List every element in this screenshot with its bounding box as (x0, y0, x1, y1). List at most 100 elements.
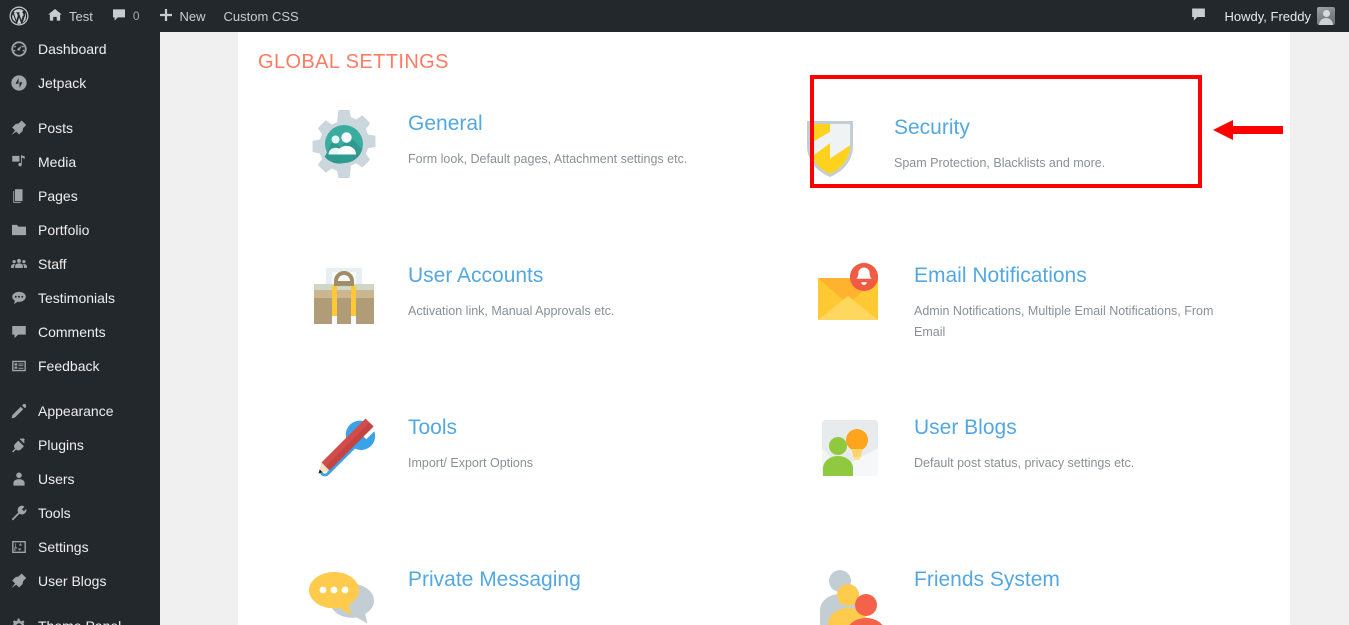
sidebar-item-label: Users (38, 471, 75, 487)
sidebar-item-label: User Blogs (38, 573, 107, 589)
sidebar-item-testimonials[interactable]: Testimonials (0, 281, 160, 315)
new-content-button[interactable]: New (149, 0, 215, 32)
sidebar-item-portfolio[interactable]: Portfolio (0, 213, 160, 247)
settings-card-private-messaging[interactable]: Private Messaging (238, 554, 764, 625)
wordpress-logo-icon (9, 6, 29, 26)
settings-card-email-notifications[interactable]: Email Notifications Admin Notifications,… (764, 250, 1290, 402)
custom-css-label: Custom CSS (223, 8, 299, 24)
settings-card-user-blogs[interactable]: User Blogs Default post status, privacy … (764, 402, 1290, 554)
card-title[interactable]: User Accounts (408, 264, 614, 287)
gear-icon (9, 616, 29, 625)
settings-card-tools[interactable]: Tools Import/ Export Options (238, 402, 764, 554)
comment-bubble-icon (111, 7, 127, 26)
card-description: Admin Notifications, Multiple Email Noti… (914, 304, 1214, 339)
notifications-button[interactable] (1181, 0, 1216, 32)
briefcase-icon (308, 260, 380, 332)
sidebar-item-staff[interactable]: Staff (0, 247, 160, 281)
sidebar-item-label: Appearance (38, 403, 114, 419)
card-title[interactable]: Security (894, 116, 1105, 139)
my-account-button[interactable]: Howdy, Freddy (1216, 0, 1349, 32)
admin-sidebar-menu[interactable]: Dashboard Jetpack Posts Media Pages Port… (0, 32, 160, 625)
sidebar-item-theme-panel[interactable]: Theme Panel (0, 609, 160, 625)
sidebar-item-label: Jetpack (38, 75, 87, 91)
sidebar-item-dashboard[interactable]: Dashboard (0, 32, 160, 66)
card-title[interactable]: Friends System (914, 568, 1060, 591)
settings-card-general[interactable]: General Form look, Default pages, Attach… (238, 98, 764, 250)
card-title[interactable]: Private Messaging (408, 568, 581, 591)
sidebar-item-posts[interactable]: Posts (0, 111, 160, 145)
settings-card-user-accounts[interactable]: User Accounts Activation link, Manual Ap… (238, 250, 764, 402)
sidebar-item-user-blogs[interactable]: User Blogs (0, 564, 160, 598)
sidebar-item-label: Media (38, 154, 77, 170)
sidebar-item-label: Portfolio (38, 222, 90, 238)
site-name-label: Test (69, 8, 93, 24)
sidebar-item-appearance[interactable]: Appearance (0, 394, 160, 428)
sidebar-item-users[interactable]: Users (0, 462, 160, 496)
card-title[interactable]: General (408, 112, 687, 135)
avatar (1317, 7, 1335, 25)
sidebar-item-comments[interactable]: Comments (0, 315, 160, 349)
card-description: Import/ Export Options (408, 456, 534, 471)
sidebar-separator (0, 383, 160, 394)
card-description: Activation link, Manual Approvals etc. (408, 304, 615, 319)
user-lightbulb-icon (814, 412, 886, 484)
sidebar-item-media[interactable]: Media (0, 145, 160, 179)
sidebar-item-label: Feedback (38, 358, 100, 374)
sidebar-separator (0, 598, 160, 609)
settings-card-row: General Form look, Default pages, Attach… (238, 98, 1290, 250)
wrench-icon (9, 503, 29, 523)
shield-icon (794, 112, 866, 184)
pin-icon (9, 571, 29, 591)
settings-card-row: Tools Import/ Export Options User Blogs … (238, 402, 1290, 554)
card-title[interactable]: User Blogs (914, 416, 1134, 439)
settings-card-row: User Accounts Activation link, Manual Ap… (238, 250, 1290, 402)
settings-card-row: Private Messaging Friends System (238, 554, 1290, 625)
jetpack-icon (9, 73, 29, 93)
pages-icon (9, 186, 29, 206)
global-settings-panel: GLOBAL SETTINGS General Form look, Defau… (238, 32, 1290, 625)
feedback-form-icon (9, 356, 29, 376)
sidebar-item-jetpack[interactable]: Jetpack (0, 66, 160, 100)
sidebar-item-label: Comments (38, 324, 106, 340)
plus-icon (158, 7, 174, 26)
settings-card-security[interactable]: Security Spam Protection, Blacklists and… (764, 98, 1290, 250)
custom-css-button[interactable]: Custom CSS (215, 0, 308, 32)
sidebar-item-settings[interactable]: Settings (0, 530, 160, 564)
appearance-brush-icon (9, 401, 29, 421)
settings-sliders-icon (9, 537, 29, 557)
sidebar-item-pages[interactable]: Pages (0, 179, 160, 213)
comment-bubble-icon (9, 322, 29, 342)
sidebar-item-label: Theme Panel (38, 618, 121, 625)
settings-card-grid: General Form look, Default pages, Attach… (238, 98, 1290, 625)
sidebar-item-plugins[interactable]: Plugins (0, 428, 160, 462)
card-title[interactable]: Email Notifications (914, 264, 1214, 287)
card-title[interactable]: Tools (408, 416, 533, 439)
testimonial-bubble-icon (9, 288, 29, 308)
user-icon (9, 469, 29, 489)
sidebar-item-label: Plugins (38, 437, 84, 453)
envelope-bell-icon (814, 260, 886, 332)
staff-group-icon (9, 254, 29, 274)
card-description: Spam Protection, Blacklists and more. (894, 156, 1106, 171)
admin-bar: Test 0 New Custom CSS Howdy, Freddy (0, 0, 1349, 32)
sidebar-separator (0, 100, 160, 111)
chat-bubbles-icon (308, 564, 380, 625)
card-description: Default post status, privacy settings et… (914, 456, 1135, 471)
sidebar-item-label: Staff (38, 256, 67, 272)
sidebar-item-tools[interactable]: Tools (0, 496, 160, 530)
comment-bubble-icon (1190, 6, 1207, 26)
friends-group-icon (814, 564, 886, 625)
settings-card-friends-system[interactable]: Friends System (764, 554, 1290, 625)
new-content-label: New (179, 8, 206, 24)
wordpress-logo-button[interactable] (0, 0, 38, 32)
home-icon (47, 7, 63, 26)
sidebar-item-feedback[interactable]: Feedback (0, 349, 160, 383)
portfolio-folder-icon (9, 220, 29, 240)
content-region: GLOBAL SETTINGS General Form look, Defau… (160, 32, 1349, 625)
comments-count: 0 (132, 9, 140, 23)
site-name-button[interactable]: Test (38, 0, 102, 32)
comments-button[interactable]: 0 (102, 0, 149, 32)
pin-icon (9, 118, 29, 138)
sidebar-item-label: Settings (38, 539, 89, 555)
card-description: Form look, Default pages, Attachment set… (408, 152, 688, 167)
